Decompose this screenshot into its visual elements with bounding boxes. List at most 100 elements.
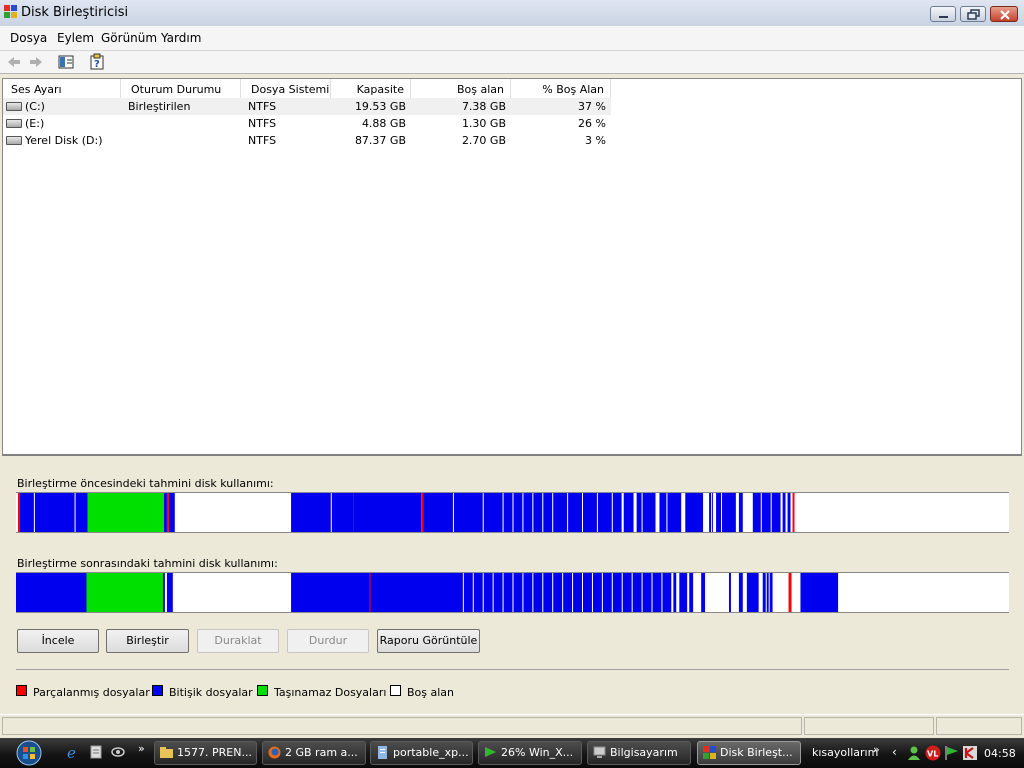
disk-map-before-cluster-gap bbox=[330, 493, 332, 532]
start-orb-icon[interactable] bbox=[12, 740, 46, 766]
disk-map-after-segment-white bbox=[730, 573, 739, 612]
svg-text:e: e bbox=[67, 744, 76, 760]
title-bar[interactable] bbox=[0, 0, 1024, 27]
cell-fs: NTFS bbox=[248, 134, 277, 147]
disk-map-after-cluster-gap bbox=[492, 573, 494, 612]
close-button[interactable] bbox=[990, 6, 1018, 22]
document-quicklaunch-icon[interactable] bbox=[88, 744, 104, 760]
taskbar-item[interactable]: 1577. PREN... bbox=[154, 741, 257, 765]
back-arrow-icon[interactable] bbox=[6, 55, 22, 69]
svg-text:VL: VL bbox=[927, 750, 938, 759]
legend-free-swatch bbox=[390, 685, 401, 696]
col-header-free-space[interactable]: Boş alan bbox=[411, 79, 511, 99]
disk-map-before-segment-white bbox=[785, 493, 788, 532]
col-header-session-status[interactable]: Oturum Durumu bbox=[121, 79, 241, 99]
quicklaunch-overflow-icon[interactable]: » bbox=[138, 742, 145, 755]
disk-map-after-segment-blue bbox=[16, 573, 87, 612]
disk-map-after-segment-white bbox=[172, 573, 292, 612]
disk-map-before-segment-blue bbox=[752, 493, 781, 532]
disk-map-before-segment-white bbox=[655, 493, 660, 532]
shortcuts-toolbar-label[interactable]: kısayollarım bbox=[812, 746, 878, 759]
disk-map-after-segment-blue bbox=[679, 573, 688, 612]
disk-map-before-cluster-gap bbox=[582, 493, 584, 532]
antivirus-vl-icon[interactable]: VL bbox=[925, 745, 941, 761]
menu-action[interactable]: Eylem bbox=[57, 31, 94, 45]
disk-map-before-segment-white bbox=[16, 493, 18, 532]
taskbar-item[interactable]: 26% Win_X... bbox=[478, 741, 582, 765]
toolbar-overflow-icon[interactable]: » bbox=[873, 743, 880, 756]
disk-map-after-segment-red bbox=[788, 573, 792, 612]
messenger-user-icon[interactable] bbox=[906, 745, 922, 761]
analyze-button[interactable]: İncele bbox=[17, 629, 99, 653]
disk-map-before bbox=[16, 492, 1009, 533]
show-hide-tree-icon[interactable] bbox=[58, 54, 74, 70]
disk-map-before-segment-white bbox=[713, 493, 717, 532]
disk-map-before-cluster-gap bbox=[552, 493, 554, 532]
disk-map-before-segment-white bbox=[790, 493, 793, 532]
disk-map-after bbox=[16, 572, 1009, 613]
disk-map-after-segment-white bbox=[687, 573, 690, 612]
disk-map-after-segment-blue bbox=[728, 573, 731, 612]
disk-map-before-segment-red bbox=[166, 493, 169, 532]
pause-button[interactable]: Duraklat bbox=[197, 629, 279, 653]
forward-arrow-icon[interactable] bbox=[28, 55, 44, 69]
col-header-file-system[interactable]: Dosya Sistemi bbox=[241, 79, 331, 99]
disk-map-after-cluster-gap bbox=[641, 573, 643, 612]
col-header-volume[interactable]: Ses Ayarı bbox=[3, 79, 121, 99]
disk-map-after-cluster-gap bbox=[768, 573, 770, 612]
menu-view[interactable]: Görünüm bbox=[101, 31, 157, 45]
disk-map-before-segment-blue bbox=[168, 493, 175, 532]
disk-map-before-segment-blue bbox=[685, 493, 704, 532]
disk-map-before-cluster-gap bbox=[74, 493, 76, 532]
disk-map-after-segment-white bbox=[758, 573, 763, 612]
disk-map-before-segment-blue bbox=[738, 493, 743, 532]
status-pane-3 bbox=[936, 717, 1022, 735]
disk-map-after-segment-red bbox=[369, 573, 371, 612]
taskbar-item[interactable]: Bilgisayarım bbox=[587, 741, 691, 765]
taskbar-item[interactable]: portable_xp... bbox=[370, 741, 473, 765]
disk-map-before-segment-white bbox=[794, 493, 1009, 532]
menu-file[interactable]: Dosya bbox=[10, 31, 47, 45]
legend-contiguous-label: Bitişik dosyalar bbox=[169, 686, 253, 699]
restore-button[interactable] bbox=[960, 6, 986, 22]
disk-map-before-segment-blue bbox=[291, 493, 354, 532]
cell-free-pct: 3 % bbox=[585, 134, 606, 147]
cell-capacity: 19.53 GB bbox=[354, 100, 406, 113]
disk-map-before-segment-red bbox=[421, 493, 424, 532]
cell-free: 1.30 GB bbox=[461, 117, 506, 130]
disk-map-before-cluster-gap bbox=[452, 493, 454, 532]
kaspersky-icon[interactable] bbox=[962, 745, 978, 761]
separator bbox=[16, 669, 1009, 670]
close-icon bbox=[1000, 10, 1010, 20]
tray-clock[interactable]: 04:58 bbox=[984, 747, 1016, 760]
disk-map-before-segment-blue bbox=[782, 493, 786, 532]
taskbar-item[interactable]: 2 GB ram a... bbox=[262, 741, 366, 765]
firefox-icon bbox=[268, 746, 281, 759]
minimize-button[interactable] bbox=[930, 6, 956, 22]
disk-map-after-cluster-gap bbox=[502, 573, 504, 612]
taskbar-item-active[interactable]: Disk Birleşt... bbox=[697, 741, 801, 765]
defragment-button[interactable]: Birleştir bbox=[106, 629, 189, 653]
network-quicklaunch-icon[interactable] bbox=[110, 744, 126, 760]
disk-map-before-cluster-gap bbox=[522, 493, 524, 532]
view-report-button[interactable]: Raporu Görüntüle bbox=[377, 629, 480, 653]
cell-status: Birleştirilen bbox=[128, 100, 191, 113]
menu-help[interactable]: Yardım bbox=[161, 31, 201, 45]
disk-map-before-cluster-gap bbox=[770, 493, 772, 532]
disk-map-before-cluster-gap bbox=[666, 493, 668, 532]
col-header-percent-free[interactable]: % Boş Alan bbox=[511, 79, 611, 99]
disk-map-after-segment-blue bbox=[689, 573, 694, 612]
col-header-capacity[interactable]: Kapasite bbox=[331, 79, 411, 99]
disk-map-before-cluster-gap bbox=[482, 493, 484, 532]
disk-map-after-cluster-gap bbox=[765, 573, 767, 612]
stop-button[interactable]: Durdur bbox=[287, 629, 369, 653]
disk-map-after-cluster-gap bbox=[462, 573, 464, 612]
disk-map-after-cluster-gap bbox=[601, 573, 603, 612]
disk-map-before-segment-blue bbox=[19, 493, 88, 532]
tray-expand-icon[interactable]: ‹ bbox=[892, 745, 897, 759]
download-flag-tray-icon[interactable] bbox=[944, 745, 960, 761]
disk-map-before-segment-blue bbox=[709, 493, 714, 532]
defrag-app-icon bbox=[4, 5, 17, 18]
internet-explorer-icon[interactable]: e bbox=[66, 744, 82, 760]
help-properties-icon[interactable]: ? bbox=[89, 53, 107, 70]
